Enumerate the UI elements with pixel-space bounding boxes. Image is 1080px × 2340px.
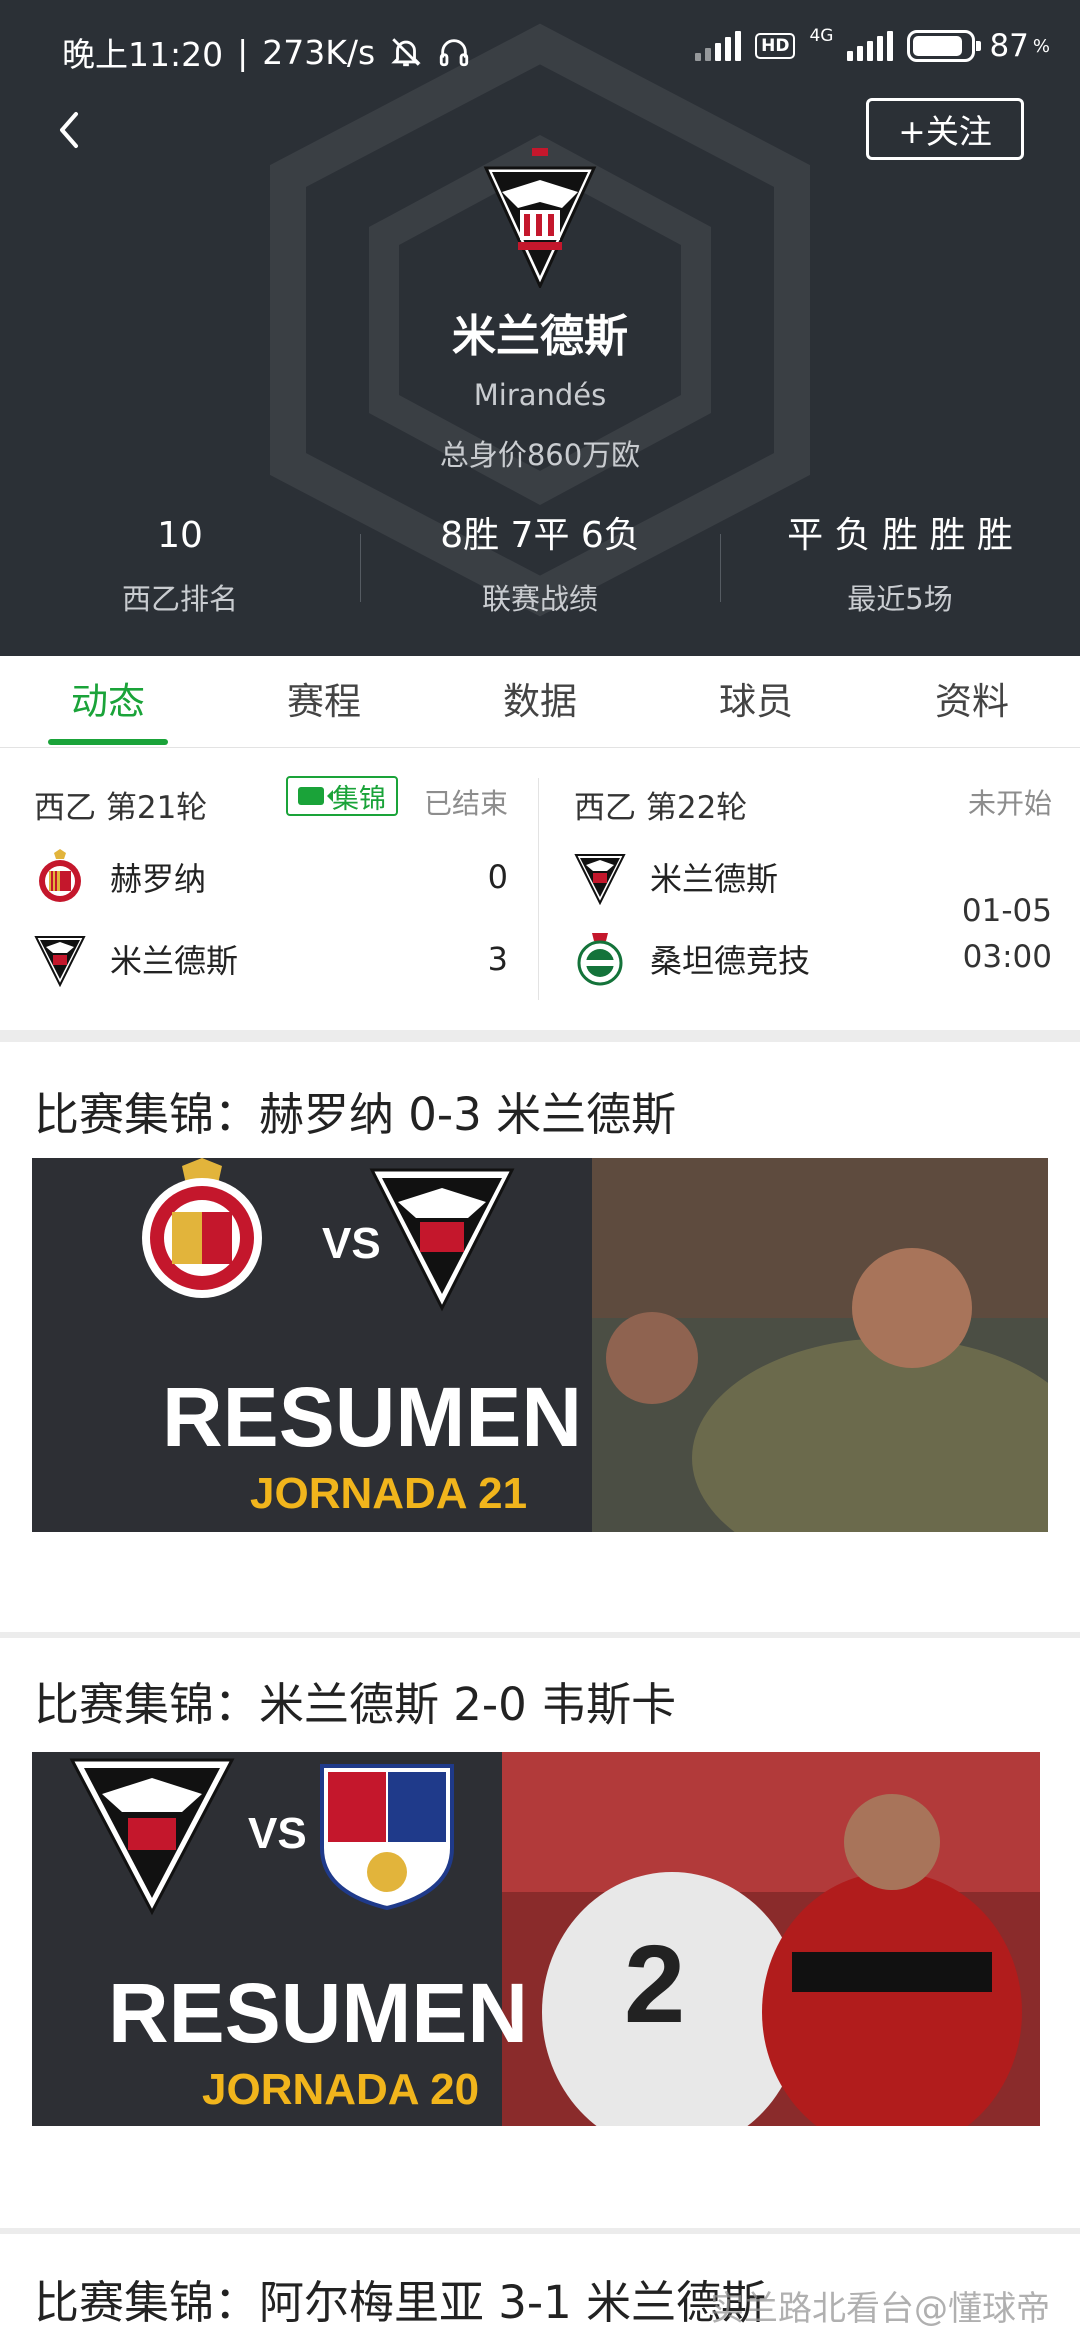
thumbnail-word: RESUMEN [162, 1370, 582, 1464]
match-round: 西乙 第21轮 [34, 790, 208, 826]
kickoff-clock: 03:00 [962, 939, 1052, 975]
fixtures-divider [538, 778, 539, 1000]
thumbnail-word: RESUMEN [108, 1966, 528, 2060]
match-status: 未开始 [967, 787, 1052, 820]
mirandes-crest-icon [34, 936, 86, 987]
away-team-row: 米兰德斯 3 [34, 924, 508, 994]
tab-schedule[interactable]: 赛程 [216, 656, 432, 747]
match-round: 西乙 第22轮 [574, 790, 748, 826]
stat-label: 西乙排名 [121, 582, 238, 616]
tab-players[interactable]: 球员 [648, 656, 864, 747]
tab-bar: 动态 赛程 数据 球员 资料 [0, 656, 1080, 748]
team-market-value: 总身价860万欧 [439, 438, 641, 472]
next-match-card[interactable]: 西乙 第22轮 未开始 米兰德斯 桑坦德竞技 01-05 03:00 [574, 748, 1052, 1030]
fixtures-panel: 西乙 第21轮 集锦 已结束 赫罗纳 0 米兰德斯 3 西乙 第22轮 未开始 … [0, 748, 1080, 1030]
follow-button[interactable]: +关注 [866, 98, 1024, 160]
stat-label: 联赛战绩 [481, 582, 598, 616]
stat-label: 最近5场 [847, 582, 953, 616]
tab-news[interactable]: 动态 [0, 656, 216, 747]
hd-indicator: HD [755, 33, 796, 59]
mirandes-crest-icon [574, 854, 626, 905]
news-title[interactable]: 比赛集锦：阿尔梅里亚 3-1 米兰德斯 [34, 2266, 766, 2331]
team-name: 米兰德斯 [110, 942, 239, 980]
cellular-signal-icon [847, 31, 894, 61]
news-title[interactable]: 比赛集锦：米兰德斯 2-0 韦斯卡 [34, 1668, 676, 1733]
watermark-prefix: 实兰路北看台 [710, 2289, 914, 2329]
stat-value: 平 负 胜 胜 胜 [787, 515, 1013, 556]
stat-value: 8胜 7平 6负 [440, 515, 640, 556]
video-thumbnail[interactable]: VS RESUMEN JORNADA 21 [32, 1158, 1048, 1532]
home-team-row: 赫罗纳 0 [34, 842, 508, 912]
status-time: 晚上11:20 [62, 35, 224, 74]
news-title[interactable]: 比赛集锦：赫罗纳 0-3 米兰德斯 [34, 1078, 676, 1143]
stat-league-rank[interactable]: 10 西乙排名 [0, 508, 360, 628]
section-divider [0, 1030, 1080, 1042]
huesca-crest-icon [320, 1764, 454, 1911]
racing-santander-crest-icon [577, 933, 623, 986]
news-card[interactable]: 比赛集锦：米兰德斯 2-0 韦斯卡 2 VS RESUMEN JORNADA 2… [0, 1638, 1080, 2228]
highlights-label: 集锦 [332, 783, 386, 815]
battery-percent: 87 [989, 28, 1029, 64]
thumbnail-sub: JORNADA 20 [202, 2065, 479, 2114]
network-type: 4G [809, 25, 834, 46]
wifi-signal-icon [695, 31, 742, 61]
back-arrow-icon[interactable] [48, 100, 88, 160]
watermark-brand: @懂球帝 [914, 2289, 1050, 2329]
girona-crest-icon [39, 849, 81, 902]
team-name: 赫罗纳 [110, 860, 207, 898]
team-name: 米兰德斯 [452, 311, 628, 362]
thumbnail-vs: VS [248, 1809, 307, 1858]
headphones-icon [440, 39, 469, 67]
battery-unit: % [1032, 35, 1050, 57]
thumbnail-sub: JORNADA 21 [250, 1469, 527, 1518]
highlights-button[interactable]: 集锦 [286, 776, 398, 816]
video-thumbnail[interactable]: 2 VS RESUMEN JORNADA 20 [32, 1752, 1040, 2126]
team-stats: 10 西乙排名 8胜 7平 6负 联赛战绩 平 负 胜 胜 胜 最近5场 [0, 508, 1080, 628]
stat-league-record[interactable]: 8胜 7平 6负 联赛战绩 [360, 508, 720, 628]
team-header: 晚上11:20 | 273K/s HD 4G 87 % +关注 米兰德斯 Mir… [0, 0, 1080, 656]
team-name-english: Mirandés [473, 378, 607, 412]
stat-recent-form[interactable]: 平 负 胜 胜 胜 最近5场 [720, 508, 1080, 628]
watermark: 实兰路北看台@懂球帝 [710, 2281, 1050, 2330]
battery-icon [907, 30, 982, 62]
video-camera-icon [298, 787, 333, 805]
previous-match-card[interactable]: 西乙 第21轮 集锦 已结束 赫罗纳 0 米兰德斯 3 [34, 748, 508, 1030]
match-status: 已结束 [423, 787, 508, 820]
svg-text:2: 2 [624, 1923, 685, 2046]
team-score: 0 [487, 858, 508, 896]
news-card[interactable]: 比赛集锦：赫罗纳 0-3 米兰德斯 VS RESUMEN JORNADA 21 [0, 1042, 1080, 1632]
team-score: 3 [487, 940, 508, 978]
club-crest-logo [483, 148, 597, 288]
mute-bell-icon [391, 38, 421, 67]
stat-value: 10 [157, 515, 203, 556]
tab-data[interactable]: 数据 [432, 656, 648, 747]
kickoff-date: 01-05 [961, 893, 1052, 929]
status-speed: 273K/s [262, 32, 376, 72]
status-bar: 晚上11:20 | 273K/s HD 4G 87 % [62, 25, 1050, 74]
tab-info[interactable]: 资料 [864, 656, 1080, 747]
kickoff-time: 01-05 03:00 [962, 888, 1052, 980]
thumbnail-vs: VS [322, 1219, 381, 1268]
